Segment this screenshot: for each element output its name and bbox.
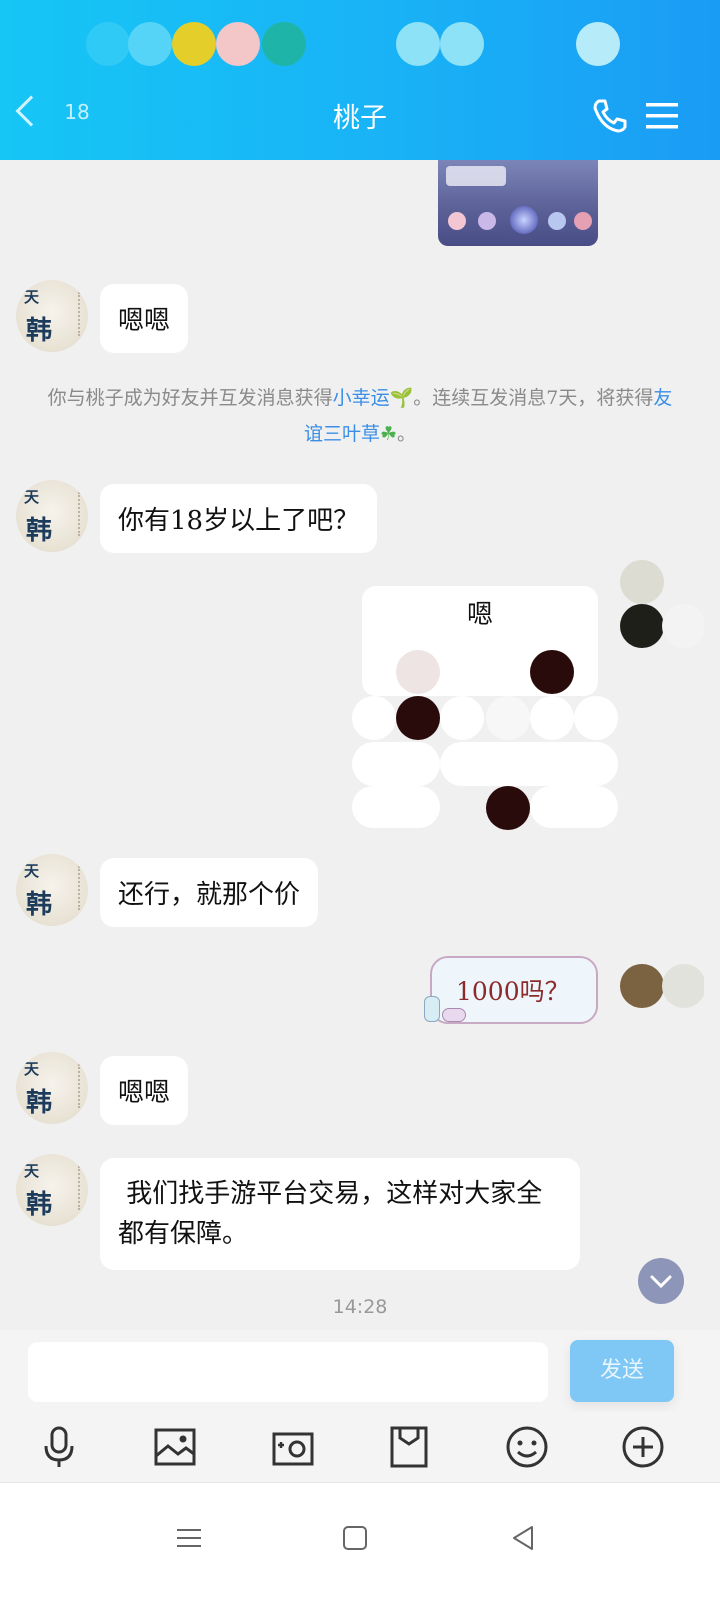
sprout-icon: 🌱 (389, 387, 414, 409)
clover-icon: ☘ (379, 423, 398, 445)
send-button[interactable]: 发送 (570, 1340, 674, 1402)
lucky-link[interactable]: 小幸运 (333, 387, 390, 409)
contact-avatar[interactable]: 天 韩 (16, 854, 88, 926)
message-bubble[interactable]: 嗯嗯 (100, 1056, 189, 1125)
microphone-icon[interactable] (36, 1424, 82, 1470)
emoji-icon[interactable] (504, 1424, 550, 1470)
input-bar: 发送 (0, 1330, 720, 1412)
file-icon[interactable] (386, 1424, 432, 1470)
message-bubble[interactable]: 你有18岁以上了吧？ (100, 484, 378, 553)
image-icon[interactable] (152, 1424, 198, 1470)
contact-avatar[interactable]: 天 韩 (16, 1052, 88, 1124)
back-nav-icon[interactable] (508, 1523, 538, 1553)
phone-icon[interactable] (590, 96, 630, 136)
message-bubble[interactable]: 还行，就那个价 (100, 858, 319, 927)
recents-icon[interactable] (174, 1523, 204, 1553)
bottle-decoration (422, 990, 468, 1026)
system-notice: 你与桃子成为好友并互发消息获得小幸运🌱。连续互发消息7天，将获得友谊三叶草☘。 (47, 387, 673, 445)
message-bubble[interactable]: 嗯嗯 (100, 284, 189, 353)
message-bubble[interactable]: 我们找手游平台交易，这样对大家全都有保障。 (100, 1158, 580, 1270)
system-navbar (0, 1482, 720, 1608)
contact-avatar[interactable]: 天 韩 (16, 280, 88, 352)
camera-icon[interactable] (270, 1424, 316, 1470)
chat-header: 18 桃子 (0, 0, 720, 160)
contact-avatar[interactable]: 天 韩 (16, 480, 88, 552)
contact-avatar[interactable]: 天 韩 (16, 1154, 88, 1226)
menu-icon[interactable] (642, 96, 682, 136)
image-message[interactable] (438, 160, 598, 246)
timestamp: 14:28 (332, 1296, 388, 1318)
my-avatar[interactable] (614, 560, 704, 690)
my-avatar[interactable] (614, 920, 704, 1052)
chat-toolbar (0, 1412, 720, 1482)
sticker-decoration (352, 650, 620, 830)
home-icon[interactable] (340, 1523, 370, 1553)
plus-icon[interactable] (620, 1424, 666, 1470)
message-input[interactable] (28, 1342, 548, 1402)
